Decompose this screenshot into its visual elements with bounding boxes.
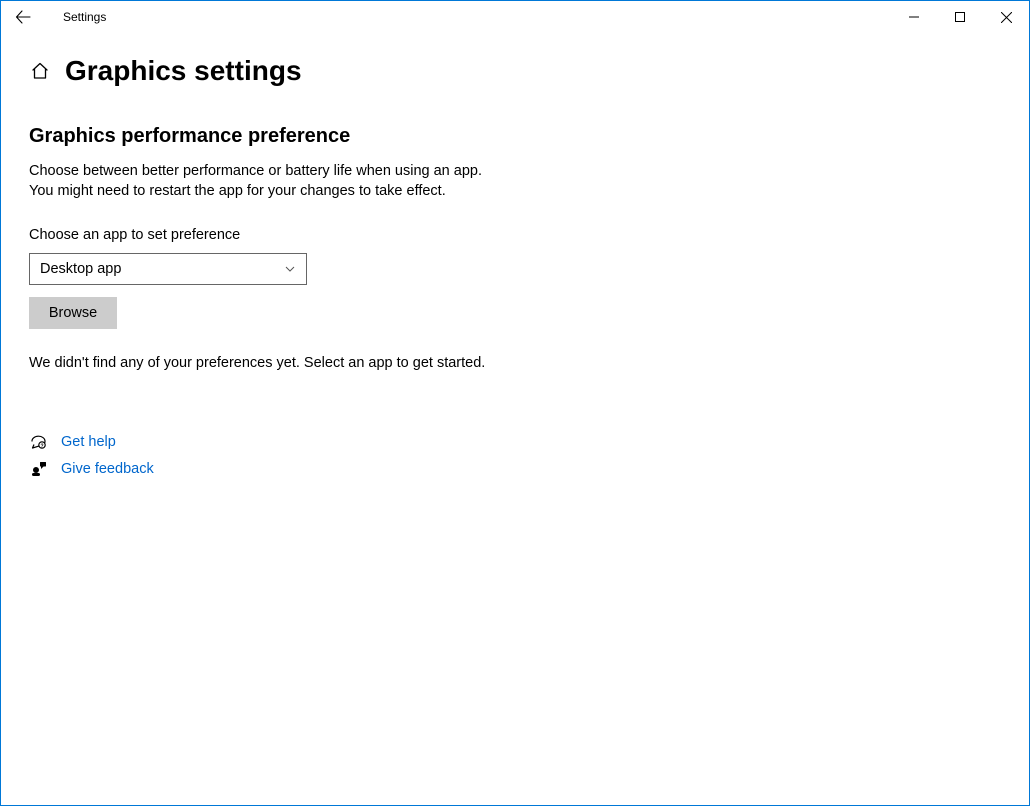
give-feedback-row: Give feedback <box>29 460 1001 477</box>
feedback-icon <box>29 460 47 477</box>
help-icon: ? <box>29 433 47 450</box>
home-button[interactable] <box>29 60 51 82</box>
titlebar: Settings <box>1 1 1029 33</box>
browse-button[interactable]: Browse <box>29 297 117 329</box>
back-button[interactable] <box>7 1 39 33</box>
get-help-link[interactable]: Get help <box>61 434 116 450</box>
dropdown-label: Choose an app to set preference <box>29 227 1001 243</box>
app-title: Settings <box>63 10 106 24</box>
section-description: Choose between better performance or bat… <box>29 162 1001 201</box>
chevron-down-icon <box>284 263 296 275</box>
section-title: Graphics performance preference <box>29 125 1001 148</box>
home-icon <box>30 61 50 81</box>
minimize-button[interactable] <box>891 1 937 33</box>
content-area: Graphics settings Graphics performance p… <box>1 33 1029 477</box>
titlebar-left: Settings <box>7 1 891 33</box>
app-type-dropdown[interactable]: Desktop app <box>29 253 307 285</box>
empty-state-message: We didn't find any of your preferences y… <box>29 355 1001 371</box>
close-icon <box>1001 12 1012 23</box>
description-line-2: You might need to restart the app for yo… <box>29 183 446 199</box>
description-line-1: Choose between better performance or bat… <box>29 163 482 179</box>
give-feedback-link[interactable]: Give feedback <box>61 461 154 477</box>
maximize-button[interactable] <box>937 1 983 33</box>
close-button[interactable] <box>983 1 1029 33</box>
svg-text:?: ? <box>40 444 43 450</box>
arrow-left-icon <box>15 9 31 25</box>
minimize-icon <box>909 12 919 22</box>
maximize-icon <box>955 12 965 22</box>
get-help-row: ? Get help <box>29 433 1001 450</box>
header-row: Graphics settings <box>29 55 1001 87</box>
dropdown-selected-value: Desktop app <box>40 261 121 277</box>
page-title: Graphics settings <box>65 55 302 87</box>
window-controls <box>891 1 1029 33</box>
